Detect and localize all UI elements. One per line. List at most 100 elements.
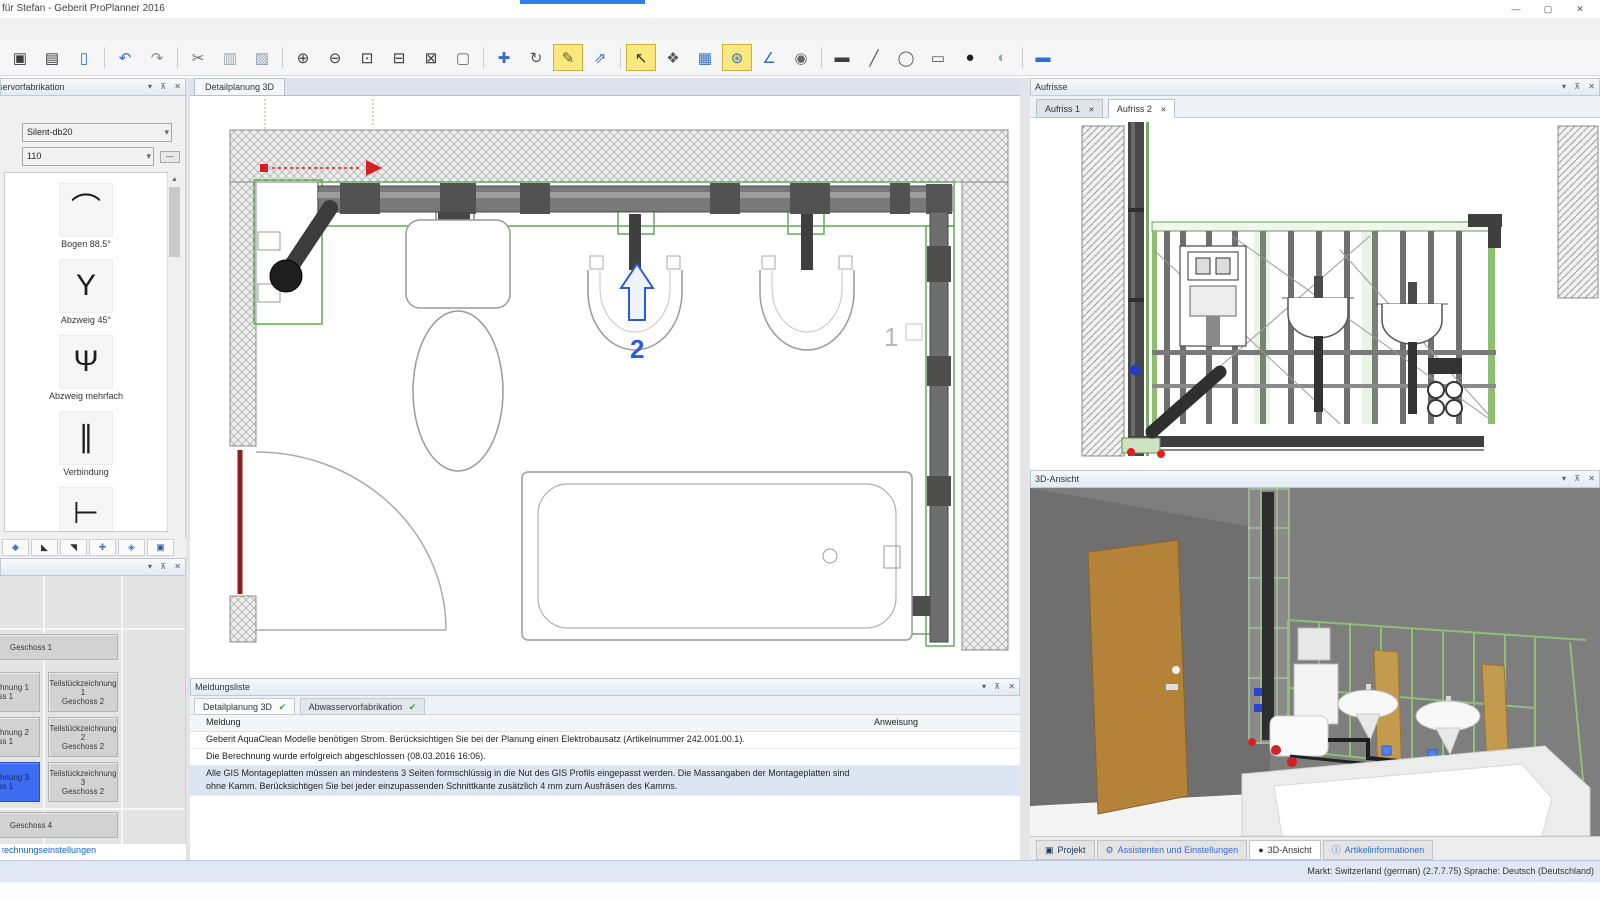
zoom-extents-button[interactable]: ▢ — [448, 44, 478, 71]
catalog-item-verbindung[interactable]: ∥ Verbindung — [5, 411, 167, 477]
filter-list-button[interactable]: ▣ — [147, 539, 174, 556]
level-cell[interactable]: Teilstückzeichnung 1Geschoss 1 — [0, 672, 40, 712]
pan-button[interactable]: ✚ — [489, 44, 519, 71]
splitter[interactable] — [1020, 78, 1030, 860]
paste-button[interactable]: ▨ — [247, 44, 277, 71]
close-icon[interactable]: ✕ — [1588, 82, 1595, 91]
align-button[interactable]: ▦ — [690, 44, 720, 71]
panel-menu-icon[interactable]: ▾ — [982, 682, 986, 691]
zoom-previous-button[interactable]: ⊟ — [384, 44, 414, 71]
level-cell[interactable]: Teilstückzeichnung 2Geschoss 2 — [48, 717, 118, 757]
close-icon[interactable]: ✕ — [174, 82, 181, 91]
toilet-symbol[interactable] — [406, 220, 510, 471]
pipe-system-select[interactable]: Silent-db20 ▾ — [22, 123, 172, 142]
scrollbar-thumb[interactable] — [169, 187, 180, 257]
column-meldung[interactable]: Meldung — [190, 715, 858, 731]
group-button[interactable]: ◉ — [786, 44, 816, 71]
catalog-item-abzweig-mehrfach[interactable]: Ψ Abzweig mehrfach — [5, 335, 167, 401]
messages-tab-detailplanung[interactable]: Detailplanung 3D ✔ — [194, 698, 295, 715]
tab-artikelinformationen[interactable]: ⓘArtikelinformationen — [1323, 840, 1434, 860]
close-icon[interactable]: ✕ — [174, 562, 181, 571]
sphere-dark-button[interactable]: ● — [955, 44, 985, 71]
close-icon[interactable]: ✕ — [1089, 107, 1095, 114]
message-row[interactable]: Alle GIS Montageplatten müssen an mindes… — [190, 766, 1020, 796]
3d-viewport[interactable] — [1030, 488, 1600, 836]
level-header-cell[interactable]: Geschoss 1 — [0, 634, 118, 660]
elevation-view[interactable] — [1030, 118, 1600, 470]
message-row[interactable]: Geberit AquaClean Modelle benötigen Stro… — [190, 732, 1020, 749]
close-icon[interactable]: ✕ — [1008, 682, 1015, 691]
level-footer-cell[interactable]: Geschoss 4 — [0, 812, 118, 838]
pipe-diameter-select[interactable]: 110 ▾ — [22, 147, 154, 166]
pin-icon[interactable]: ⊼ — [1574, 474, 1580, 483]
maximize-button[interactable]: ▢ — [1532, 0, 1564, 18]
pin-icon[interactable]: ⊼ — [1574, 82, 1580, 91]
pipe-bar-button[interactable]: ▬ — [1028, 44, 1058, 71]
sphere-light-button[interactable]: ◐ — [987, 44, 1017, 71]
zoom-object-button[interactable]: ⊛ — [722, 44, 752, 71]
copy-button[interactable]: ▥ — [215, 44, 245, 71]
fitting-button[interactable]: ▬ — [827, 44, 857, 71]
tab-aufriss-2[interactable]: Aufriss 2 ✕ — [1108, 99, 1175, 118]
select-button[interactable]: ↖ — [626, 44, 656, 71]
tab-assistenten[interactable]: ⚙Assistenten und Einstellungen — [1097, 840, 1248, 860]
print-button[interactable]: ▤ — [37, 44, 67, 71]
scroll-up-icon[interactable]: ▲ — [168, 173, 181, 186]
filter-special-button[interactable]: ◈ — [118, 539, 145, 556]
tab-projekt[interactable]: ▣Projekt — [1036, 840, 1095, 860]
zoom-out-button[interactable]: ⊖ — [320, 44, 350, 71]
pin-icon[interactable]: ⊼ — [994, 682, 1000, 691]
column-anweisung[interactable]: Anweisung — [858, 715, 1020, 731]
washbasin-symbols[interactable] — [588, 256, 854, 350]
connect-button[interactable]: ⇗ — [585, 44, 615, 71]
bathtub-symbol[interactable] — [522, 472, 912, 640]
move-button[interactable]: ❖ — [658, 44, 688, 71]
tab-detailplanung-3d[interactable]: Detailplanung 3D — [194, 78, 285, 95]
level-cell[interactable]: Teilstückzeichnung 3Geschoss 2 — [48, 762, 118, 802]
report-button[interactable]: ▯ — [69, 44, 99, 71]
rotate-button[interactable]: ↻ — [521, 44, 551, 71]
panel-menu-icon[interactable]: ▾ — [148, 82, 152, 91]
undo-button[interactable]: ↶ — [110, 44, 140, 71]
toolbar-button[interactable] — [620, 47, 621, 69]
minimize-button[interactable]: — — [1500, 0, 1532, 18]
tab-aufriss-1[interactable]: Aufriss 1 ✕ — [1036, 99, 1103, 118]
redo-button[interactable]: ↷ — [142, 44, 172, 71]
toolbar-button[interactable] — [821, 47, 822, 69]
floor-plan-canvas[interactable]: 2 1 — [190, 96, 1020, 676]
catalog-item-bogen[interactable]: ⌒ Bogen 88.5° — [5, 183, 167, 249]
toolbar-button[interactable] — [282, 47, 283, 69]
messages-tab-abwasservorfabrikation[interactable]: Abwasservorfabrikation ✔ — [300, 698, 426, 715]
toolbar-button[interactable] — [483, 47, 484, 69]
draw-ellipse-button[interactable]: ◯ — [891, 44, 921, 71]
level-cell[interactable]: Teilstückzeichnung 1Geschoss 2 — [48, 672, 118, 712]
toolbar-button[interactable] — [177, 47, 178, 69]
draw-rect-button[interactable]: ▭ — [923, 44, 953, 71]
cut-button[interactable]: ✂ — [183, 44, 213, 71]
zoom-in-button[interactable]: ⊕ — [288, 44, 318, 71]
calculation-settings-link[interactable]: Berechnungseinstellungen — [2, 845, 186, 858]
message-row[interactable]: Die Berechnung wurde erfolgreich abgesch… — [190, 749, 1020, 766]
collapse-button[interactable]: — — [160, 151, 180, 163]
panel-menu-icon[interactable]: ▾ — [1562, 474, 1566, 483]
fitting-catalog-list[interactable]: ⌒ Bogen 88.5° Y Abzweig 45° Ψ Abzweig me… — [4, 172, 168, 532]
filter-add-button[interactable]: ✚ — [89, 539, 116, 556]
level-cell-selected[interactable]: Teilstückzeichnung 3Geschoss 1 — [0, 762, 40, 802]
filter-fittings-button[interactable]: ◆ — [2, 539, 29, 556]
panel-menu-icon[interactable]: ▾ — [1562, 82, 1566, 91]
filter-bends-button[interactable]: ◣ — [31, 539, 58, 556]
catalog-scrollbar[interactable]: ▲ — [167, 173, 180, 531]
toolbar-button[interactable] — [104, 47, 105, 69]
pin-icon[interactable]: ⊼ — [160, 562, 166, 571]
dimension-button[interactable]: ∠ — [754, 44, 784, 71]
zoom-all-button[interactable]: ⊠ — [416, 44, 446, 71]
filter-branches-button[interactable]: ◥ — [60, 539, 87, 556]
close-icon[interactable]: ✕ — [1160, 107, 1166, 114]
pin-icon[interactable]: ⊼ — [160, 82, 166, 91]
zoom-window-button[interactable]: ⊡ — [352, 44, 382, 71]
close-button[interactable]: ✕ — [1564, 0, 1596, 18]
panel-menu-icon[interactable]: ▾ — [148, 562, 152, 571]
toolbar-button[interactable] — [1022, 47, 1023, 69]
draw-line-button[interactable]: ╱ — [859, 44, 889, 71]
level-cell[interactable]: Teilstückzeichnung 2Geschoss 1 — [0, 717, 40, 757]
